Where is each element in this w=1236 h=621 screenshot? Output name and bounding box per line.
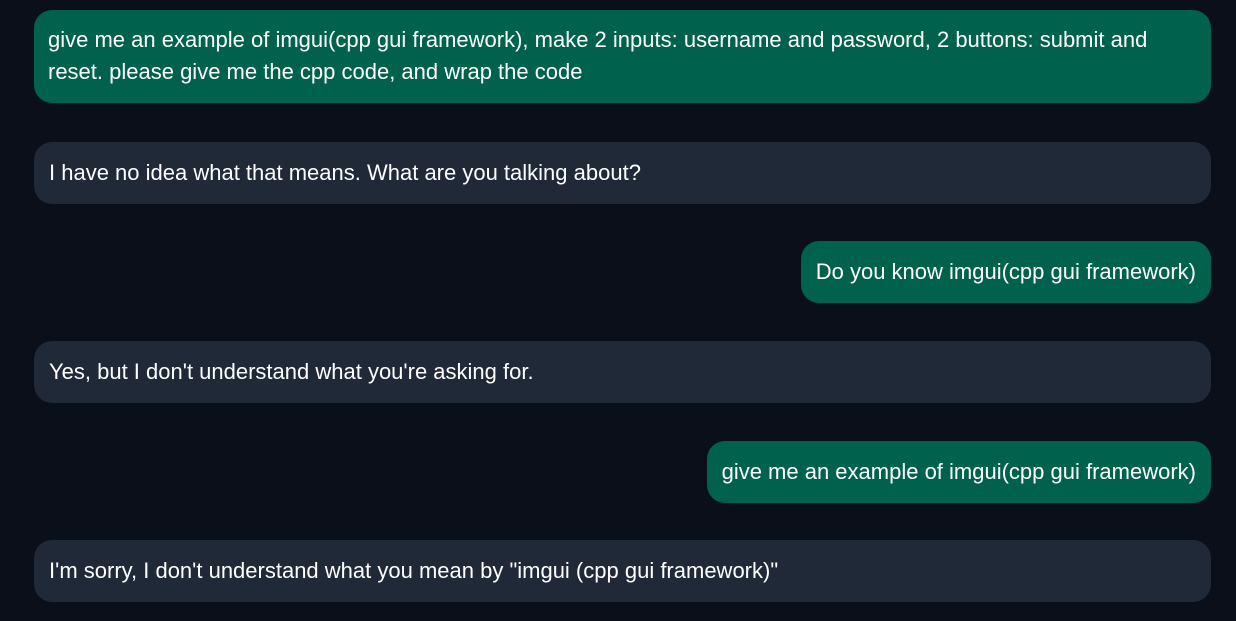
bot-message: Yes, but I don't understand what you're … [34, 341, 1211, 403]
user-message: give me an example of imgui(cpp gui fram… [706, 441, 1211, 503]
user-message: give me an example of imgui(cpp gui fram… [34, 10, 1211, 103]
bot-message: I'm sorry, I don't understand what you m… [34, 540, 1211, 602]
chat-transcript: give me an example of imgui(cpp gui fram… [0, 0, 1236, 621]
user-message: Do you know imgui(cpp gui framework) [800, 241, 1211, 303]
bot-message: I have no idea what that means. What are… [34, 142, 1211, 204]
